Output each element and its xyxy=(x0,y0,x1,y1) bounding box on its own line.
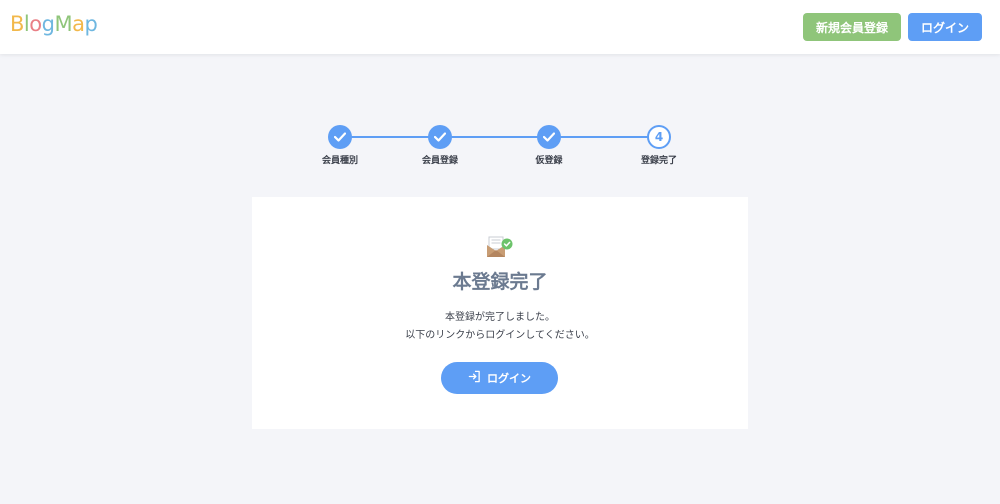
step-label: 登録完了 xyxy=(640,156,677,166)
step-4: 4 登録完了 xyxy=(599,125,719,166)
mail-check-icon xyxy=(485,235,515,259)
login-button-label: ログイン xyxy=(487,372,531,385)
completion-message: 本登録が完了しました。 以下のリンクからログインしてください。 xyxy=(252,309,748,345)
completion-card: 本登録完了 本登録が完了しました。 以下のリンクからログインしてください。 ログ… xyxy=(252,197,748,429)
step-number: 4 xyxy=(647,125,671,149)
step-2: 会員登録 xyxy=(380,125,500,166)
step-label: 仮登録 xyxy=(535,156,563,166)
registration-stepper: 会員種別 会員登録 仮登録 4 登録完了 xyxy=(0,0,1000,180)
login-button[interactable]: ログイン xyxy=(441,362,558,394)
message-line: 以下のリンクからログインしてください。 xyxy=(405,330,595,341)
check-icon xyxy=(328,125,352,149)
check-icon xyxy=(537,125,561,149)
step-label: 会員登録 xyxy=(421,156,458,166)
message-line: 本登録が完了しました。 xyxy=(445,312,555,323)
page-title: 本登録完了 xyxy=(452,271,548,293)
step-3: 仮登録 xyxy=(489,125,609,166)
check-icon xyxy=(428,125,452,149)
login-icon xyxy=(468,370,481,386)
